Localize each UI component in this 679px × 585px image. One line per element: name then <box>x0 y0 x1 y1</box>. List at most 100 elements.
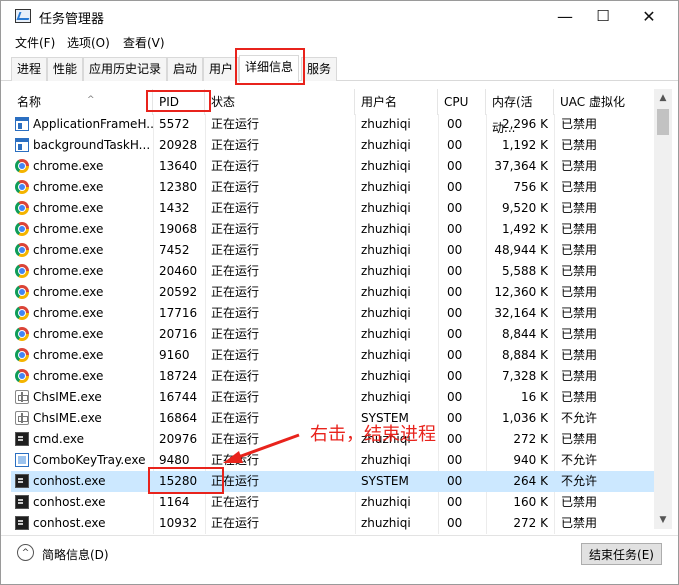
process-memory: 37,364 K <box>494 159 548 173</box>
chrome-icon <box>15 264 29 278</box>
chrome-icon <box>15 306 29 320</box>
process-status: 正在运行 <box>211 306 260 320</box>
table-row[interactable]: chrome.exe 20592 正在运行 zhuzhiqi 00 12,360 K 已禁用 <box>11 282 654 303</box>
chrome-icon <box>15 348 29 362</box>
tab-users[interactable]: 用户 <box>203 57 240 81</box>
combokey-icon <box>15 453 29 467</box>
vertical-scrollbar[interactable]: ▲ ▼ <box>654 89 672 529</box>
process-name: ComboKeyTray.exe <box>33 453 146 467</box>
column-username[interactable]: 用户名 <box>355 89 438 115</box>
cmd-icon <box>15 432 29 446</box>
table-row[interactable]: chrome.exe 19068 正在运行 zhuzhiqi 00 1,492 K 已禁用 <box>11 219 654 240</box>
process-memory: 272 K <box>513 432 548 446</box>
process-uac: 已禁用 <box>561 306 598 320</box>
chrome-icon <box>15 243 29 257</box>
task-manager-icon <box>15 9 31 23</box>
process-pid: 20928 <box>159 138 198 152</box>
process-cpu: 00 <box>447 390 463 404</box>
column-name[interactable]: 名称 ^ <box>11 89 153 115</box>
table-row[interactable]: ComboKeyTray.exe9480正在运行zhuzhiqi00940 K不… <box>11 450 654 471</box>
process-memory: 1,192 K <box>501 138 548 152</box>
tab-strip: 进程 性能 应用历史记录 启动 用户 详细信息 服务 <box>1 55 678 82</box>
table-row[interactable]: conhost.exe 1164 正在运行 zhuzhiqi 00 160 K 已禁用 <box>11 492 654 513</box>
process-user: zhuzhiqi <box>361 516 411 530</box>
process-memory: 756 K <box>513 180 548 194</box>
column-uac[interactable]: UAC 虚拟化 <box>554 89 654 115</box>
table-row[interactable]: chrome.exe 20716 正在运行 zhuzhiqi 00 8,844 K 已禁用 <box>11 324 654 345</box>
tab-processes[interactable]: 进程 <box>11 57 48 81</box>
table-row[interactable]: chrome.exe 18724 正在运行 zhuzhiqi 00 7,328 K 已禁用 <box>11 366 654 387</box>
table-row[interactable]: conhost.exe 10932 正在运行 zhuzhiqi 00 272 K 已禁用 <box>11 513 654 534</box>
end-task-button[interactable]: 结束任务(E) <box>581 543 662 565</box>
table-row[interactable]: chrome.exe 20460 正在运行 zhuzhiqi 00 5,588 K 已禁用 <box>11 261 654 282</box>
column-cpu[interactable]: CPU <box>438 89 486 115</box>
process-user: zhuzhiqi <box>361 243 411 257</box>
process-pid: 10932 <box>159 516 198 530</box>
process-cpu: 00 <box>447 453 463 467</box>
process-name: ChsIME.exe <box>33 390 102 404</box>
process-cpu: 00 <box>447 348 463 362</box>
process-cpu: 00 <box>447 411 463 425</box>
column-status[interactable]: 状态 <box>205 89 355 115</box>
process-uac: 已禁用 <box>561 243 598 257</box>
scroll-down-icon[interactable]: ▼ <box>654 511 672 529</box>
process-uac: 已禁用 <box>561 264 598 278</box>
table-row[interactable]: chrome.exe 7452 正在运行 zhuzhiqi 00 48,944 K 已禁用 <box>11 240 654 261</box>
table-row[interactable]: chrome.exe 13640 正在运行 zhuzhiqi 00 37,364 K 已禁用 <box>11 156 654 177</box>
table-row[interactable]: conhost.exe 15280 正在运行 SYSTEM 00 264 K 不允许 <box>11 471 654 492</box>
chrome-icon <box>15 180 29 194</box>
table-row[interactable]: backgroundTaskH... 20928 正在运行 zhuzhiqi 00 1,1… <box>11 135 654 156</box>
tab-performance[interactable]: 性能 <box>47 57 84 81</box>
menu-file[interactable]: 文件(F) <box>15 34 55 51</box>
menu-view[interactable]: 查看(V) <box>123 34 165 51</box>
process-memory: 160 K <box>513 495 548 509</box>
column-memory[interactable]: 内存(活动... <box>486 89 554 135</box>
process-cpu: 00 <box>447 180 463 194</box>
table-row[interactable]: chrome.exe 12380 正在运行 zhuzhiqi 00 756 K 已禁用 <box>11 177 654 198</box>
process-pid: 12380 <box>159 180 198 194</box>
close-button[interactable]: ✕ <box>626 1 672 31</box>
process-memory: 940 K <box>513 453 548 467</box>
task-manager-window: 任务管理器 — ☐ ✕ 文件(F) 选项(O) 查看(V) 进程 性能 应用历史… <box>0 0 679 585</box>
process-uac: 已禁用 <box>561 327 598 341</box>
menu-bar: 文件(F) 选项(O) 查看(V) <box>1 31 678 53</box>
process-memory: 272 K <box>513 516 548 530</box>
tab-services[interactable]: 服务 <box>301 57 338 81</box>
process-name: conhost.exe <box>33 516 106 530</box>
process-uac: 已禁用 <box>561 138 598 152</box>
chevron-up-icon[interactable]: ^ <box>17 544 34 561</box>
process-status: 正在运行 <box>211 390 260 404</box>
table-row[interactable]: chrome.exe 17716 正在运行 zhuzhiqi 00 32,164 K 已禁用 <box>11 303 654 324</box>
process-user: zhuzhiqi <box>361 222 411 236</box>
table-row[interactable]: chrome.exe 1432 正在运行 zhuzhiqi 00 9,520 K 已禁用 <box>11 198 654 219</box>
menu-options[interactable]: 选项(O) <box>67 34 110 51</box>
process-user: zhuzhiqi <box>361 117 411 131</box>
table-row[interactable]: ChsIME.exe 16744 正在运行 zhuzhiqi 00 16 K 已禁用 <box>11 387 654 408</box>
process-cpu: 00 <box>447 432 463 446</box>
process-memory: 16 K <box>521 390 548 404</box>
column-header: 名称 ^ PID 状态 用户名 CPU 内存(活动... UAC 虚拟化 <box>11 89 654 135</box>
process-status: 正在运行 <box>211 369 260 383</box>
scroll-up-icon[interactable]: ▲ <box>654 89 672 107</box>
process-user: zhuzhiqi <box>361 495 411 509</box>
scrollbar-thumb[interactable] <box>657 109 669 135</box>
process-status: 正在运行 <box>211 474 260 488</box>
table-row[interactable]: chrome.exe 9160 正在运行 zhuzhiqi 00 8,884 K 已禁用 <box>11 345 654 366</box>
tab-startup[interactable]: 启动 <box>167 57 204 81</box>
process-cpu: 00 <box>447 222 463 236</box>
process-uac: 不允许 <box>561 411 598 425</box>
fewer-details-link[interactable]: 简略信息(D) <box>42 546 109 563</box>
process-cpu: 00 <box>447 201 463 215</box>
table-row[interactable]: ApplicationFrameH... 5572 正在运行 zhuzhiqi 00 2,… <box>11 114 654 135</box>
process-user: zhuzhiqi <box>361 453 411 467</box>
chrome-icon <box>15 327 29 341</box>
process-uac: 不允许 <box>561 474 598 488</box>
tab-app-history[interactable]: 应用历史记录 <box>83 57 168 81</box>
maximize-button[interactable]: ☐ <box>580 1 626 31</box>
process-name: ApplicationFrameH... <box>33 117 153 131</box>
process-user: zhuzhiqi <box>361 348 411 362</box>
process-status: 正在运行 <box>211 264 260 278</box>
process-uac: 已禁用 <box>561 369 598 383</box>
window-icon <box>15 138 29 152</box>
process-pid: 20976 <box>159 432 198 446</box>
